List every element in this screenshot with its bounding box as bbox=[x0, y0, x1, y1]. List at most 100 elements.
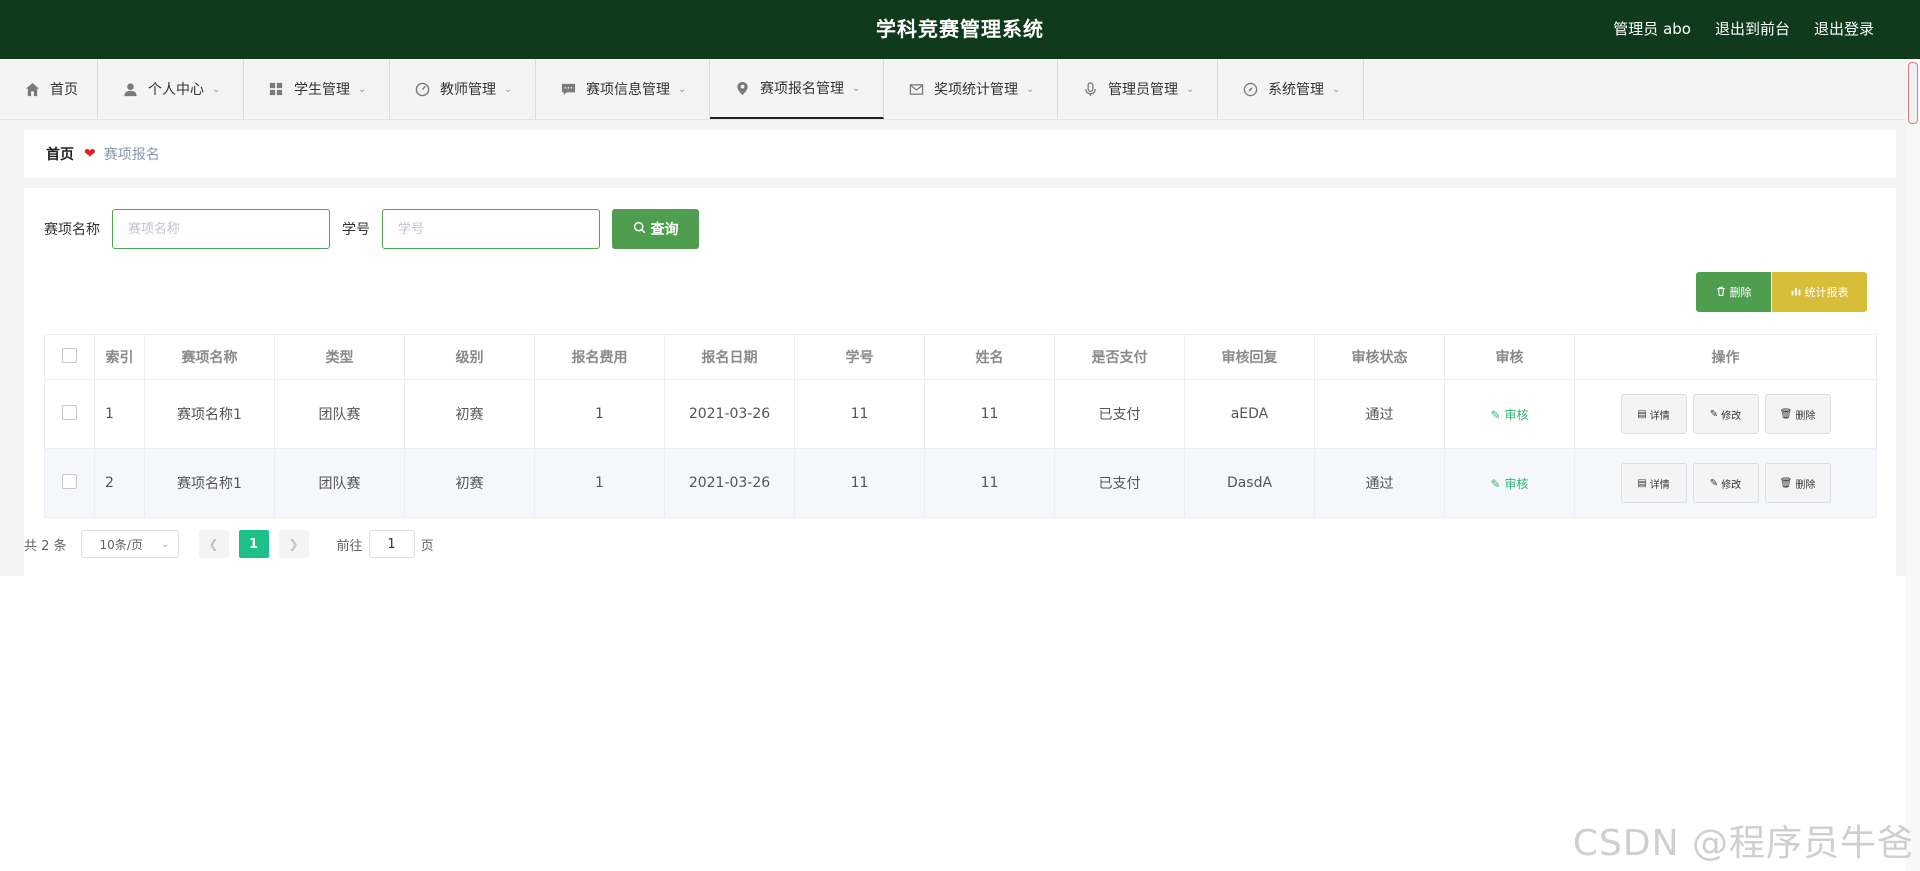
select-all-header[interactable] bbox=[44, 334, 95, 380]
breadcrumb-home[interactable]: 首页 bbox=[46, 144, 74, 164]
query-label: 查询 bbox=[650, 222, 679, 238]
detail-label: 详情 bbox=[1649, 410, 1670, 422]
row-checkbox[interactable] bbox=[62, 473, 77, 489]
cell-name: 赛项名称1 bbox=[144, 448, 275, 518]
page-size-value: 10条/页 bbox=[99, 537, 143, 552]
compass-icon bbox=[1242, 81, 1258, 97]
delete-label: 删除 bbox=[1795, 479, 1816, 491]
edit-pen-icon: ✎ bbox=[1709, 477, 1719, 489]
scrollbar-thumb[interactable] bbox=[1908, 62, 1918, 124]
nav-label: 首页 bbox=[50, 82, 78, 98]
cell-student-id: 11 bbox=[794, 379, 925, 449]
competition-name-input[interactable] bbox=[112, 209, 330, 249]
breadcrumb: 首页 ❤ 赛项报名 bbox=[24, 130, 1896, 178]
exit-to-front-link[interactable]: 退出到前台 bbox=[1715, 0, 1790, 59]
delete-button[interactable]: 🗑 删除 bbox=[1764, 394, 1831, 434]
nav-item-students[interactable]: 学生管理 ⌄ bbox=[244, 59, 390, 119]
heart-icon: ❤ bbox=[84, 146, 96, 162]
audit-link[interactable]: ✎ 审核 bbox=[1491, 477, 1529, 491]
nav-label: 赛项报名管理 bbox=[760, 81, 844, 97]
next-page-button[interactable]: ❯ bbox=[278, 530, 309, 558]
nav-label: 教师管理 bbox=[440, 82, 496, 98]
cell-level: 初赛 bbox=[404, 448, 535, 518]
cell-type: 团队赛 bbox=[274, 379, 405, 449]
batch-delete-button[interactable]: 删除 bbox=[1696, 272, 1771, 312]
logout-link[interactable]: 退出登录 bbox=[1814, 0, 1874, 59]
cell-date: 2021-03-26 bbox=[664, 448, 795, 518]
chevron-down-icon: ⌄ bbox=[1186, 83, 1195, 95]
column-header: 报名费用 bbox=[534, 334, 665, 380]
nav-item-registration[interactable]: 赛项报名管理 ⌄ bbox=[710, 59, 884, 119]
cell-reply: aEDA bbox=[1184, 379, 1315, 449]
gauge-icon bbox=[414, 81, 430, 97]
chevron-down-icon: ⌄ bbox=[1026, 83, 1035, 95]
row-select-cell[interactable] bbox=[44, 379, 95, 449]
registration-table: 索引 赛项名称 类型 级别 报名费用 报名日期 学号 姓名 是否支付 审核回复 … bbox=[44, 334, 1877, 518]
cell-audit: ✎ 审核 bbox=[1444, 379, 1575, 449]
nav-item-teachers[interactable]: 教师管理 ⌄ bbox=[390, 59, 536, 119]
query-button[interactable]: 查询 bbox=[612, 209, 699, 249]
edit-pen-icon: ✎ bbox=[1490, 476, 1501, 491]
detail-button[interactable]: ▤ 详情 bbox=[1620, 394, 1687, 434]
stats-report-label: 统计报表 bbox=[1804, 286, 1849, 299]
prev-page-button[interactable]: ❮ bbox=[198, 530, 229, 558]
bar-chart-icon bbox=[1791, 286, 1801, 299]
chevron-right-icon: ❯ bbox=[288, 537, 299, 551]
name-label: 赛项名称 bbox=[44, 222, 100, 238]
page-size-select[interactable]: 10条/页 ⌄ bbox=[80, 530, 179, 558]
edit-pen-icon: ✎ bbox=[1490, 407, 1501, 422]
document-icon: ▤ bbox=[1637, 408, 1647, 420]
nav-label: 个人中心 bbox=[148, 82, 204, 98]
delete-label: 删除 bbox=[1795, 410, 1816, 422]
cell-date: 2021-03-26 bbox=[664, 379, 795, 449]
nav-item-admins[interactable]: 管理员管理 ⌄ bbox=[1058, 59, 1218, 119]
goto-page-input[interactable]: 1 bbox=[368, 530, 415, 558]
nav-item-competition-info[interactable]: 赛项信息管理 ⌄ bbox=[536, 59, 710, 119]
cell-status: 通过 bbox=[1314, 379, 1445, 449]
cell-paid: 已支付 bbox=[1054, 448, 1185, 518]
trash-icon: 🗑 bbox=[1779, 408, 1793, 420]
detail-label: 详情 bbox=[1649, 479, 1670, 491]
nav-label: 系统管理 bbox=[1268, 82, 1324, 98]
row-select-cell[interactable] bbox=[44, 448, 95, 518]
scrollbar-track[interactable] bbox=[1906, 59, 1920, 871]
edit-button[interactable]: ✎ 修改 bbox=[1692, 463, 1759, 503]
detail-button[interactable]: ▤ 详情 bbox=[1620, 463, 1687, 503]
chevron-down-icon: ⌄ bbox=[212, 83, 221, 95]
select-all-checkbox[interactable] bbox=[62, 347, 77, 363]
column-header: 类型 bbox=[274, 334, 405, 380]
current-user: 管理员 abo bbox=[1613, 20, 1691, 38]
nav-label: 学生管理 bbox=[294, 82, 350, 98]
nav-item-profile[interactable]: 个人中心 ⌄ bbox=[98, 59, 244, 119]
cell-type: 团队赛 bbox=[274, 448, 405, 518]
chevron-down-icon: ⌄ bbox=[358, 83, 367, 95]
column-header: 赛项名称 bbox=[144, 334, 275, 380]
audit-link[interactable]: ✎ 审核 bbox=[1491, 408, 1529, 422]
row-checkbox[interactable] bbox=[62, 404, 77, 420]
edit-button[interactable]: ✎ 修改 bbox=[1692, 394, 1759, 434]
column-header: 姓名 bbox=[924, 334, 1055, 380]
microphone-icon bbox=[1082, 81, 1098, 97]
pagination: 共 2 条 10条/页 ⌄ ❮ 1 ❯ 前往 1 页 bbox=[24, 530, 434, 558]
nav-label: 管理员管理 bbox=[1108, 82, 1178, 98]
delete-button[interactable]: 🗑 删除 bbox=[1764, 463, 1831, 503]
column-header: 学号 bbox=[794, 334, 925, 380]
nav-item-award-stats[interactable]: 奖项统计管理 ⌄ bbox=[884, 59, 1058, 119]
nav-item-home[interactable]: 首页 bbox=[0, 59, 98, 119]
edit-label: 修改 bbox=[1721, 410, 1742, 422]
page-number-current[interactable]: 1 bbox=[238, 530, 269, 558]
table-row: 1 赛项名称1 团队赛 初赛 1 2021-03-26 11 11 已支付 aE… bbox=[44, 379, 1877, 449]
chevron-down-icon: ⌄ bbox=[852, 82, 861, 94]
audit-label: 审核 bbox=[1504, 407, 1529, 422]
breadcrumb-current: 赛项报名 bbox=[103, 147, 160, 163]
cell-index: 2 bbox=[94, 448, 145, 518]
chevron-down-icon: ⌄ bbox=[161, 538, 170, 550]
stats-report-button[interactable]: 统计报表 bbox=[1772, 272, 1867, 312]
cell-actions: ▤ 详情 ✎ 修改 🗑 删除 bbox=[1574, 379, 1877, 449]
chevron-left-icon: ❮ bbox=[208, 537, 219, 551]
student-id-input[interactable] bbox=[382, 209, 600, 249]
nav-label: 赛项信息管理 bbox=[586, 82, 670, 98]
nav-item-system[interactable]: 系统管理 ⌄ bbox=[1218, 59, 1364, 119]
cell-student-name: 11 bbox=[924, 379, 1055, 449]
table-row: 2 赛项名称1 团队赛 初赛 1 2021-03-26 11 11 已支付 Da… bbox=[44, 448, 1877, 518]
